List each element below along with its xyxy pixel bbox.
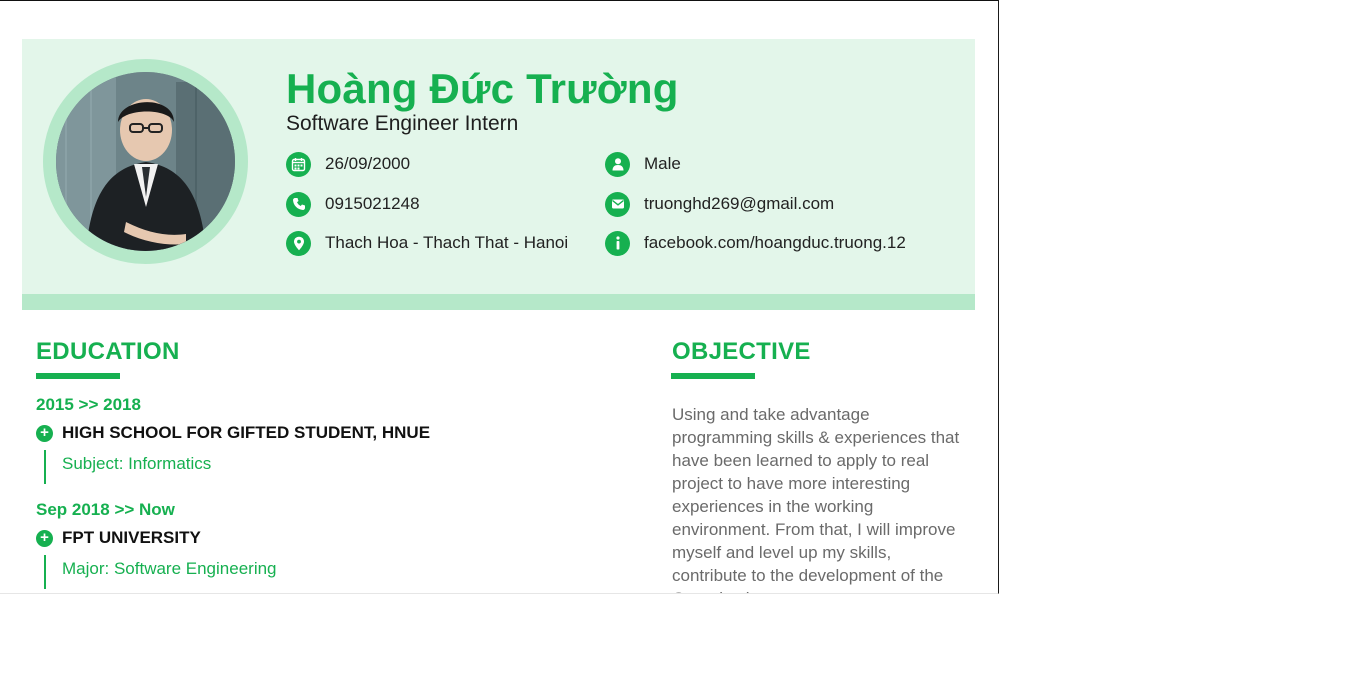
profile-photo	[56, 72, 235, 251]
info-facebook: facebook.com/hoangduc.truong.12	[605, 230, 906, 256]
info-phone: 0915021248	[286, 191, 420, 217]
envelope-icon	[605, 191, 630, 217]
address-value: Thach Hoa - Thach That - Hanoi	[325, 233, 569, 252]
candidate-name: Hoàng Đức Trường	[286, 65, 679, 112]
objective-heading-rule	[671, 373, 755, 379]
plus-circle-icon: +	[36, 424, 53, 442]
school-name: FPT UNIVERSITY	[62, 528, 201, 547]
education-heading: EDUCATION	[36, 338, 180, 365]
user-icon	[605, 151, 630, 177]
map-pin-icon	[286, 230, 311, 256]
education-period: Sep 2018 >> Now	[36, 500, 175, 519]
page-top-border	[0, 0, 998, 1]
objective-text: Using and take advantage programming ski…	[672, 405, 960, 593]
phone-icon	[286, 191, 311, 217]
education-school: + FPT UNIVERSITY	[36, 528, 201, 548]
calendar-icon	[286, 151, 311, 177]
facebook-value[interactable]: facebook.com/hoangduc.truong.12	[644, 233, 906, 253]
education-period: 2015 >> 2018	[36, 395, 141, 414]
header-divider-bar	[22, 294, 975, 310]
job-title: Software Engineer Intern	[286, 112, 519, 135]
education-school: + HIGH SCHOOL FOR GIFTED STUDENT, HNUE	[36, 423, 430, 443]
info-email: truonghd269@gmail.com	[605, 191, 834, 217]
info-dob: 26/09/2000	[286, 151, 410, 177]
info-address: Thach Hoa - Thach That - Hanoi	[286, 230, 568, 256]
school-name: HIGH SCHOOL FOR GIFTED STUDENT, HNUE	[62, 423, 431, 442]
objective-heading: OBJECTIVE	[672, 338, 811, 365]
email-value[interactable]: truonghd269@gmail.com	[644, 194, 834, 214]
cv-page: Hoàng Đức Trường Software Engineer Inter…	[0, 0, 999, 594]
cv-header: Hoàng Đức Trường Software Engineer Inter…	[22, 39, 975, 310]
avatar	[56, 72, 235, 251]
dob-value: 26/09/2000	[325, 154, 411, 173]
info-gender: Male	[605, 151, 681, 177]
phone-value: 0915021248	[325, 194, 420, 213]
gender-value: Male	[644, 154, 681, 173]
education-detail: Major: Software Engineering	[44, 555, 277, 589]
education-heading-rule	[36, 373, 120, 379]
info-icon	[605, 230, 630, 256]
plus-circle-icon: +	[36, 529, 53, 547]
education-detail: Subject: Informatics	[44, 450, 211, 484]
